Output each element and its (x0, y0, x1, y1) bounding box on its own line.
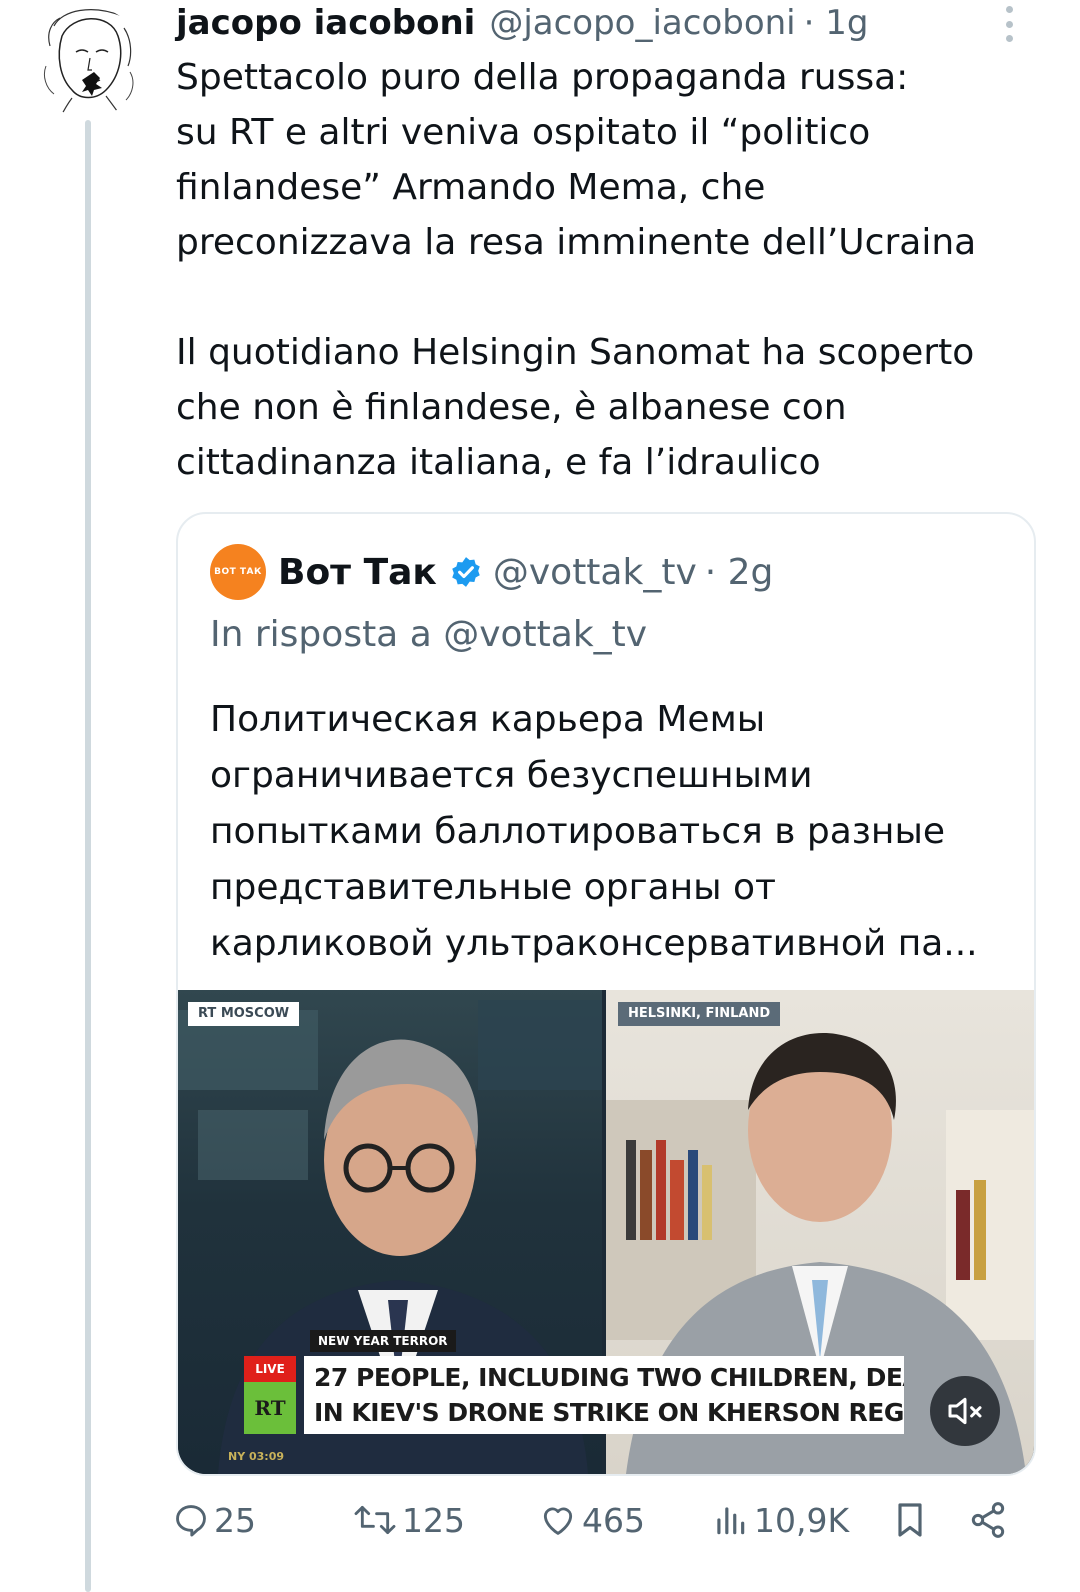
quoted-tweet-card[interactable]: ВОТ ТАК Вот Так @vottak_tv · 2g In rispo… (176, 512, 1036, 1476)
quote-reply-context[interactable]: In risposta a @vottak_tv (210, 610, 647, 660)
location-tag-left: RT MOSCOW (188, 1002, 300, 1026)
author-name[interactable]: jacopo iacoboni (176, 0, 475, 46)
tweet-paragraph-1: Spettacolo puro della propaganda russa: … (176, 57, 977, 263)
verified-badge-icon (449, 555, 483, 589)
mute-button[interactable] (930, 1376, 1000, 1446)
news-topic: NEW YEAR TERROR (310, 1330, 456, 1352)
news-headline: 27 PEOPLE, INCLUDING TWO CHILDREN, DEAD … (304, 1356, 904, 1434)
tweet-paragraph-2: Il quotidiano Helsingin Sanomat ha scope… (176, 332, 975, 483)
thread-line (85, 120, 91, 1592)
reply-button[interactable]: 25 (172, 1492, 256, 1548)
tweet-header: jacopo iacoboni @jacopo_iacoboni · 1g (176, 0, 936, 46)
heart-icon (543, 1507, 573, 1535)
views-icon (717, 1507, 745, 1535)
tweet-actions: 25 125 465 10,9K (172, 1492, 1042, 1548)
repost-button[interactable]: 125 (352, 1492, 465, 1548)
author-avatar[interactable] (32, 6, 144, 118)
repost-icon (354, 1505, 396, 1535)
live-badge: LIVE (244, 1356, 296, 1382)
news-lower-third: NEW YEAR TERROR LIVE RT 27 PEOPLE, INCLU… (244, 1330, 1034, 1474)
bookmark-button[interactable] (890, 1492, 930, 1548)
like-count: 465 (582, 1500, 645, 1540)
quote-text: Политическая карьера Мемы ограничивается… (210, 699, 978, 964)
headline-line-2: IN KIEV'S DRONE STRIKE ON KHERSON REGION (314, 1398, 904, 1427)
bookmark-icon (898, 1503, 922, 1537)
avatar-sketch (32, 6, 144, 118)
quote-avatar-text: ВОТ ТАК (214, 567, 262, 577)
like-button[interactable]: 465 (538, 1492, 645, 1548)
quote-author-avatar[interactable]: ВОТ ТАК (210, 544, 266, 600)
broadcast-clock: NY 03:09 (228, 1450, 285, 1463)
video-player[interactable]: RT MOSCOW HELSINKI, FINLAND NEW YEAR TER… (178, 990, 1034, 1474)
volume-muted-icon (948, 1397, 982, 1425)
views-count: 10,9K (754, 1500, 850, 1540)
tweet-text: Spettacolo puro della propaganda russa: … (176, 50, 1056, 490)
location-tag-right: HELSINKI, FINLAND (618, 1002, 781, 1026)
views-button[interactable]: 10,9K (710, 1492, 849, 1548)
reply-icon (176, 1505, 206, 1537)
channel-logo: RT (244, 1382, 296, 1434)
share-icon (971, 1502, 1005, 1538)
headline-line-1: 27 PEOPLE, INCLUDING TWO CHILDREN, DEAD (314, 1363, 904, 1392)
share-button[interactable] (968, 1492, 1008, 1548)
author-handle[interactable]: @jacopo_iacoboni (489, 0, 795, 46)
tweet-time[interactable]: · 1g (804, 0, 869, 46)
quote-time[interactable]: · 2g (705, 552, 774, 593)
repost-count: 125 (402, 1500, 465, 1540)
more-options-icon[interactable] (1002, 6, 1016, 42)
reply-count: 25 (214, 1500, 256, 1540)
quote-author-handle[interactable]: @vottak_tv (493, 552, 697, 593)
quote-author-name[interactable]: Вот Так (278, 552, 437, 593)
quote-header: ВОТ ТАК Вот Так @vottak_tv · 2g (210, 544, 1010, 600)
